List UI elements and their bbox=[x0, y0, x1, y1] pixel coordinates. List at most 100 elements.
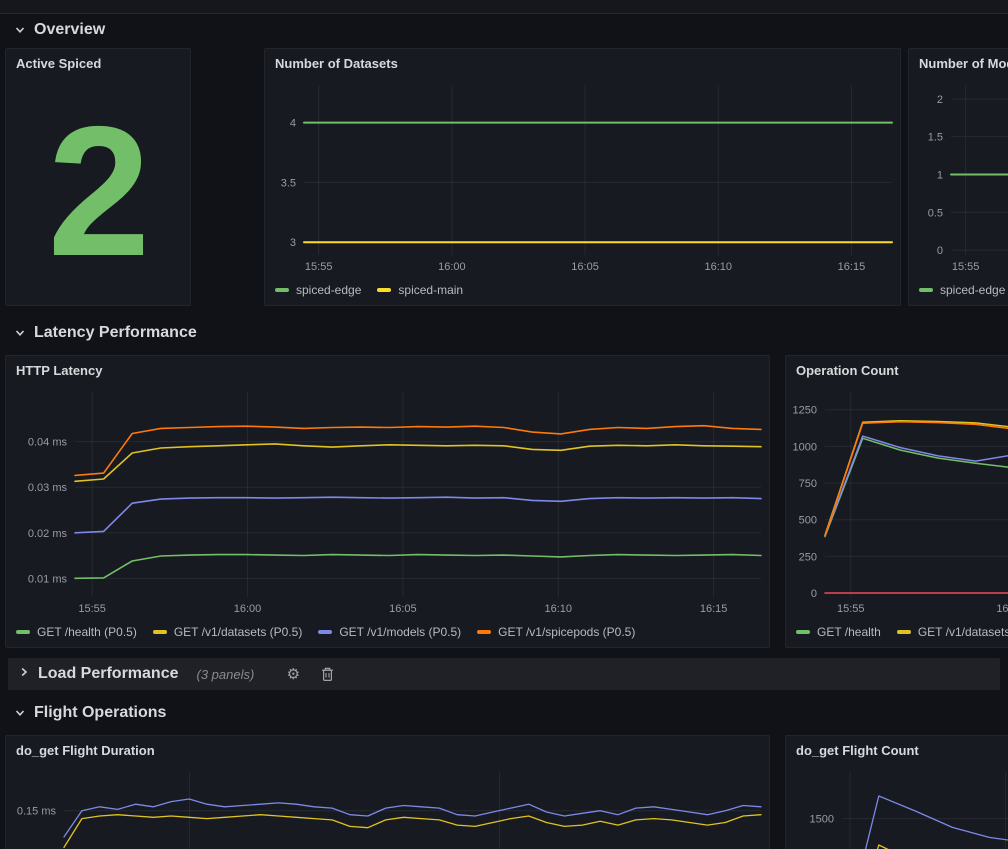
svg-text:250: 250 bbox=[799, 551, 817, 563]
panel-number-of-models: Number of Models 00.511.5215:5516:0016:0… bbox=[908, 48, 1008, 306]
legend-swatch bbox=[275, 288, 289, 292]
chart-http-latency[interactable]: 0.01 ms 0.02 ms 0.03 ms 0.04 ms 15:55 16:00 16… bbox=[6, 386, 769, 617]
legend-label: GET /health (P0.5) bbox=[37, 625, 137, 639]
panel-title[interactable]: Number of Datasets bbox=[265, 49, 900, 79]
svg-text:0.04 ms: 0.04 ms bbox=[28, 437, 68, 449]
svg-text:15:55: 15:55 bbox=[952, 261, 980, 273]
svg-text:500: 500 bbox=[799, 515, 817, 527]
svg-text:0: 0 bbox=[811, 588, 817, 600]
legend-item[interactable]: GET /v1/datasets bbox=[897, 625, 1008, 639]
chevron-down-icon bbox=[14, 707, 26, 719]
legend-item[interactable]: GET /v1/datasets (P0.5) bbox=[153, 625, 303, 639]
legend-label: GET /health bbox=[817, 625, 881, 639]
panel-operation-count: Operation Count 0 250 500 750 1000 1250 15:55 1… bbox=[785, 355, 1008, 648]
stat-value: 2 bbox=[48, 109, 149, 276]
svg-text:16:05: 16:05 bbox=[571, 261, 599, 273]
svg-text:15:55: 15:55 bbox=[305, 261, 333, 273]
section-title: Load Performance bbox=[38, 665, 178, 683]
trash-icon[interactable] bbox=[314, 663, 340, 685]
legend-swatch bbox=[377, 288, 391, 292]
svg-text:16:00: 16:00 bbox=[234, 603, 262, 615]
legend-label: GET /v1/datasets bbox=[918, 625, 1008, 639]
section-header-overview[interactable]: Overview bbox=[14, 15, 105, 45]
gear-icon[interactable]: ⚙ bbox=[280, 663, 306, 685]
section-title: Flight Operations bbox=[34, 704, 166, 722]
chevron-down-icon bbox=[14, 24, 26, 36]
section-title: Latency Performance bbox=[34, 324, 197, 342]
svg-text:16:15: 16:15 bbox=[700, 603, 728, 615]
panel-number-of-datasets: Number of Datasets 3 3.5 4 15:55 16:00 16:05 1… bbox=[264, 48, 901, 306]
svg-text:15:55: 15:55 bbox=[78, 603, 106, 615]
section-title: Overview bbox=[34, 21, 105, 39]
chart-number-of-datasets[interactable]: 3 3.5 4 15:55 16:00 16:05 16:10 16:15 bbox=[265, 79, 900, 275]
chevron-right-icon bbox=[18, 665, 30, 683]
legend-label: spiced-edge bbox=[296, 283, 361, 297]
chart-legend: spiced-edge bbox=[909, 275, 1008, 305]
panel-title[interactable]: Operation Count bbox=[786, 356, 1008, 386]
section-header-load-performance[interactable]: Load Performance (3 panels) ⚙ bbox=[8, 658, 1000, 690]
panel-http-latency: HTTP Latency 0.01 ms 0.02 ms 0.03 ms 0.04 m… bbox=[5, 355, 770, 648]
svg-text:0: 0 bbox=[937, 245, 943, 257]
legend-item[interactable]: GET /health bbox=[796, 625, 881, 639]
svg-text:0.01 ms: 0.01 ms bbox=[28, 573, 68, 585]
svg-text:3: 3 bbox=[290, 237, 296, 249]
panel-title[interactable]: do_get Flight Duration bbox=[6, 736, 769, 766]
legend-item[interactable]: spiced-main bbox=[377, 283, 463, 297]
svg-text:16:05: 16:05 bbox=[389, 603, 417, 615]
svg-text:0.5: 0.5 bbox=[928, 207, 943, 219]
svg-text:15:55: 15:55 bbox=[837, 603, 865, 615]
svg-text:1000: 1000 bbox=[793, 441, 817, 453]
section-header-latency-performance[interactable]: Latency Performance bbox=[14, 318, 197, 348]
chart-operation-count[interactable]: 02505007501000125015:5516:0016:0516:1016… bbox=[786, 386, 1008, 617]
svg-text:16:00: 16:00 bbox=[438, 261, 466, 273]
stat-body: 2 bbox=[6, 79, 190, 305]
legend-item[interactable]: GET /health (P0.5) bbox=[16, 625, 137, 639]
chart-number-of-models[interactable]: 00.511.5215:5516:0016:0516:1016:15 bbox=[909, 79, 1008, 275]
legend-item[interactable]: spiced-edge bbox=[919, 283, 1005, 297]
svg-text:16:00: 16:00 bbox=[996, 603, 1008, 615]
svg-text:3.5: 3.5 bbox=[281, 177, 296, 189]
svg-text:16:15: 16:15 bbox=[838, 261, 866, 273]
legend-item[interactable]: GET /v1/models (P0.5) bbox=[318, 625, 461, 639]
legend-swatch bbox=[318, 630, 332, 634]
svg-text:1500: 1500 bbox=[810, 814, 834, 826]
top-toolbar-edge bbox=[0, 0, 1008, 14]
svg-text:750: 750 bbox=[799, 478, 817, 490]
svg-text:4: 4 bbox=[290, 118, 296, 130]
legend-swatch bbox=[477, 630, 491, 634]
legend-swatch bbox=[919, 288, 933, 292]
svg-text:0.02 ms: 0.02 ms bbox=[28, 528, 68, 540]
chart-legend: GET /health GET /v1/datasets bbox=[786, 617, 1008, 647]
panel-title[interactable]: HTTP Latency bbox=[6, 356, 769, 386]
legend-label: GET /v1/models (P0.5) bbox=[339, 625, 461, 639]
svg-text:1: 1 bbox=[937, 169, 943, 181]
legend-swatch bbox=[153, 630, 167, 634]
chart-do-get-flight-count[interactable]: 1500 bbox=[786, 766, 1008, 849]
legend-swatch bbox=[897, 630, 911, 634]
chart-legend: spiced-edge spiced-main bbox=[265, 275, 900, 305]
section-header-flight-operations[interactable]: Flight Operations bbox=[14, 698, 166, 728]
panel-do-get-flight-duration: do_get Flight Duration 0.15 ms bbox=[5, 735, 770, 849]
panel-active-spiced: Active Spiced 2 bbox=[5, 48, 191, 306]
legend-swatch bbox=[796, 630, 810, 634]
svg-text:1250: 1250 bbox=[793, 405, 817, 417]
svg-text:1.5: 1.5 bbox=[928, 132, 943, 144]
panel-title[interactable]: do_get Flight Count bbox=[786, 736, 1008, 766]
chart-do-get-flight-duration[interactable]: 0.15 ms bbox=[6, 766, 769, 849]
legend-label: spiced-main bbox=[398, 283, 463, 297]
svg-text:16:10: 16:10 bbox=[704, 261, 732, 273]
chevron-down-icon bbox=[14, 327, 26, 339]
legend-swatch bbox=[16, 630, 30, 634]
legend-item[interactable]: GET /v1/spicepods (P0.5) bbox=[477, 625, 635, 639]
panel-count-note: (3 panels) bbox=[196, 667, 254, 682]
dashboard-page: Overview Active Spiced 2 Number of Datas… bbox=[0, 0, 1008, 849]
legend-label: GET /v1/spicepods (P0.5) bbox=[498, 625, 635, 639]
legend-label: GET /v1/datasets (P0.5) bbox=[174, 625, 303, 639]
svg-text:2: 2 bbox=[937, 94, 943, 106]
legend-label: spiced-edge bbox=[940, 283, 1005, 297]
svg-text:0.15 ms: 0.15 ms bbox=[17, 806, 57, 818]
legend-item[interactable]: spiced-edge bbox=[275, 283, 361, 297]
panel-title[interactable]: Number of Models bbox=[909, 49, 1008, 79]
svg-text:0.03 ms: 0.03 ms bbox=[28, 482, 68, 494]
panel-title[interactable]: Active Spiced bbox=[6, 49, 190, 79]
